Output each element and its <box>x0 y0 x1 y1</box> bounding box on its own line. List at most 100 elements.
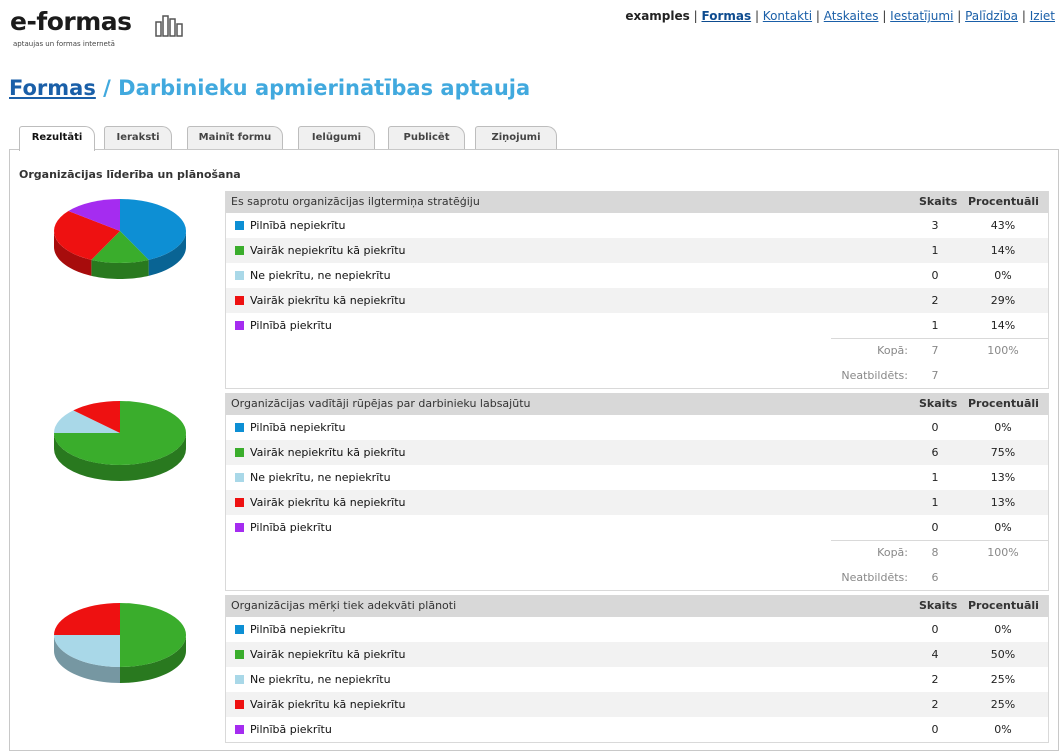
breadcrumb-formas-link[interactable]: Formas <box>9 76 96 100</box>
unanswered-label: Neatbildēts: <box>841 369 908 382</box>
nav-link-formas[interactable]: Formas <box>701 9 751 23</box>
answer-count: 1 <box>931 471 939 484</box>
question-title: Organizācijas vadītāji rūpējas par darbi… <box>231 397 531 410</box>
answer-percent: 0% <box>994 521 1012 534</box>
answer-percent: 29% <box>990 294 1016 307</box>
tab-rezultati[interactable]: Rezultāti <box>19 126 95 151</box>
count-column-header: Skaits <box>919 599 958 612</box>
pie-chart-question-1 <box>54 199 186 279</box>
nav-link-atskaites[interactable]: Atskaites <box>824 9 879 23</box>
section-title: Organizācijas līderība un plānošana <box>19 168 241 181</box>
answer-label: Pilnībā piekrītu <box>250 521 332 534</box>
answer-percent: 25% <box>990 698 1016 711</box>
question-header: Organizācijas mērķi tiek adekvāti plānot… <box>226 595 1048 617</box>
answer-row: Pilnībā nepiekrītu 3 43% <box>226 213 1048 238</box>
tab-zinojumi[interactable]: Ziņojumi <box>475 126 557 149</box>
color-swatch <box>235 523 244 532</box>
nav-link-kontakti[interactable]: Kontakti <box>763 9 812 23</box>
answer-count: 0 <box>931 723 939 736</box>
color-swatch <box>235 725 244 734</box>
logo[interactable]: e-formas aptaujas un formas internetā <box>10 7 183 48</box>
top-navigation: examples | Formas | Kontakti | Atskaites… <box>625 9 1055 23</box>
answer-count: 2 <box>931 698 939 711</box>
total-row: Kopā: 7 100% <box>226 338 1048 363</box>
tab-mainit-formu[interactable]: Mainīt formu <box>187 126 283 149</box>
answer-percent: 13% <box>990 471 1016 484</box>
total-percent: 100% <box>987 546 1019 559</box>
answer-percent: 0% <box>994 623 1012 636</box>
color-swatch <box>235 221 244 230</box>
color-swatch <box>235 700 244 709</box>
pie-slice-vairāk-piekrītu-kā-nepiekrītu <box>54 603 120 635</box>
answer-row: Ne piekrītu, ne nepiekrītu 1 13% <box>226 465 1048 490</box>
nav-link-palidziba[interactable]: Palīdzība <box>965 9 1018 23</box>
answer-label: Vairāk piekrītu kā nepiekrītu <box>250 698 406 711</box>
question-title: Organizācijas mērķi tiek adekvāti plānot… <box>231 599 457 612</box>
form-title: Darbinieku apmierinātības aptauja <box>118 76 531 100</box>
total-label: Kopā: <box>877 546 908 559</box>
unanswered-count: 7 <box>931 369 939 382</box>
color-swatch <box>235 321 244 330</box>
percent-column-header: Procentuāli <box>968 599 1039 612</box>
answer-count: 1 <box>931 319 939 332</box>
answer-row: Vairāk piekrītu kā nepiekrītu 2 29% <box>226 288 1048 313</box>
answer-label: Vairāk piekrītu kā nepiekrītu <box>250 294 406 307</box>
tab-ieraksti[interactable]: Ieraksti <box>104 126 172 149</box>
total-count: 8 <box>931 546 939 559</box>
answer-count: 4 <box>931 648 939 661</box>
color-swatch <box>235 271 244 280</box>
answer-label: Pilnībā piekrītu <box>250 723 332 736</box>
answer-label: Ne piekrītu, ne nepiekrītu <box>250 269 391 282</box>
color-swatch <box>235 675 244 684</box>
count-column-header: Skaits <box>919 195 958 208</box>
color-swatch <box>235 246 244 255</box>
answer-count: 1 <box>931 496 939 509</box>
answer-label: Ne piekrītu, ne nepiekrītu <box>250 673 391 686</box>
answer-label: Pilnībā nepiekrītu <box>250 219 346 232</box>
page-title: Formas / Darbinieku apmierinātības aptau… <box>9 76 530 100</box>
tab-publicet[interactable]: Publicēt <box>388 126 465 149</box>
question-header: Es saprotu organizācijas ilgtermiņa stra… <box>226 191 1048 213</box>
answer-row: Vairāk nepiekrītu kā piekrītu 6 75% <box>226 440 1048 465</box>
unanswered-count: 6 <box>931 571 939 584</box>
answer-row: Pilnībā nepiekrītu 0 0% <box>226 415 1048 440</box>
question-table-2: Organizācijas vadītāji rūpējas par darbi… <box>225 393 1049 591</box>
color-swatch <box>235 296 244 305</box>
answer-label: Vairāk nepiekrītu kā piekrītu <box>250 446 406 459</box>
color-swatch <box>235 423 244 432</box>
bar-chart-logo-icon <box>155 15 183 37</box>
breadcrumb-separator: / <box>95 76 119 100</box>
logo-tagline: aptaujas un formas internetā <box>13 40 115 48</box>
answer-count: 0 <box>931 623 939 636</box>
nav-link-iestatijumi[interactable]: Iestatījumi <box>890 9 953 23</box>
question-table-3: Organizācijas mērķi tiek adekvāti plānot… <box>225 595 1049 743</box>
answer-percent: 50% <box>990 648 1016 661</box>
nav-link-iziet[interactable]: Iziet <box>1030 9 1055 23</box>
tab-ielugumi[interactable]: Ielūgumi <box>298 126 375 149</box>
answer-row: Vairāk nepiekrītu kā piekrītu 4 50% <box>226 642 1048 667</box>
color-swatch <box>235 498 244 507</box>
percent-column-header: Procentuāli <box>968 397 1039 410</box>
color-swatch <box>235 448 244 457</box>
total-row: Kopā: 8 100% <box>226 540 1048 565</box>
color-swatch <box>235 473 244 482</box>
answer-count: 2 <box>931 673 939 686</box>
answer-count: 3 <box>931 219 939 232</box>
answer-percent: 14% <box>990 319 1016 332</box>
answer-label: Vairāk nepiekrītu kā piekrītu <box>250 648 406 661</box>
answer-row: Vairāk piekrītu kā nepiekrītu 1 13% <box>226 490 1048 515</box>
answer-row: Pilnībā piekrītu 0 0% <box>226 515 1048 540</box>
answer-count: 0 <box>931 421 939 434</box>
answer-row: Pilnībā nepiekrītu 0 0% <box>226 617 1048 642</box>
unanswered-label: Neatbildēts: <box>841 571 908 584</box>
answer-count: 0 <box>931 269 939 282</box>
unanswered-row: Neatbildēts: 6 <box>226 565 1048 590</box>
answer-row: Ne piekrītu, ne nepiekrītu 0 0% <box>226 263 1048 288</box>
answer-row: Vairāk nepiekrītu kā piekrītu 1 14% <box>226 238 1048 263</box>
unanswered-row: Neatbildēts: 7 <box>226 363 1048 388</box>
answer-count: 0 <box>931 521 939 534</box>
pie-chart-question-3 <box>54 603 186 683</box>
answer-count: 6 <box>931 446 939 459</box>
answer-label: Pilnībā piekrītu <box>250 319 332 332</box>
answer-percent: 0% <box>994 421 1012 434</box>
